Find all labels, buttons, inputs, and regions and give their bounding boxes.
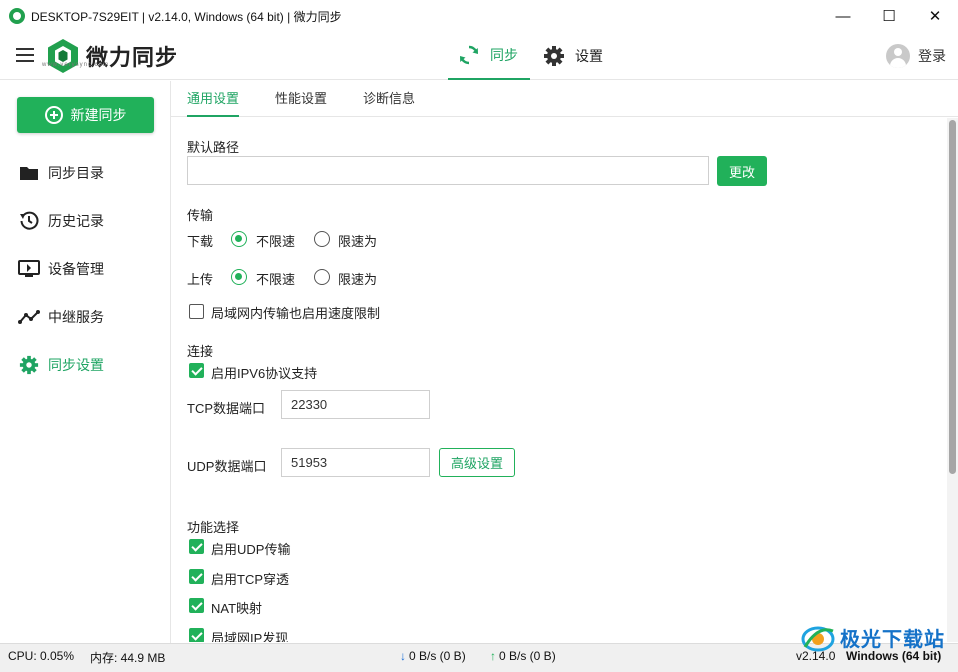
plus-circle-icon xyxy=(44,106,63,124)
watermark: 极光下载站 xyxy=(800,619,955,659)
tab-sync-label: 同步 xyxy=(490,47,518,63)
login-button[interactable]: 登录 xyxy=(886,44,946,68)
app-logo: 微力同步 xyxy=(46,38,178,74)
tcp-punch-label: 启用TCP穿透 xyxy=(211,572,290,587)
app-icon xyxy=(9,8,25,24)
connection-section-label: 连接 xyxy=(187,344,214,359)
lan-speed-limit-checkbox[interactable] xyxy=(189,304,204,319)
minimize-button[interactable]: — xyxy=(820,0,866,32)
upload-unlimited-radio[interactable] xyxy=(231,269,247,285)
download-unlimited-label: 不限速 xyxy=(256,234,296,249)
download-limit-label: 限速为 xyxy=(338,234,378,249)
udp-port-input[interactable]: 51953 xyxy=(281,448,430,477)
udp-transfer-label: 启用UDP传输 xyxy=(211,542,291,557)
tab-diagnostics[interactable]: 诊断信息 xyxy=(363,81,415,117)
default-path-label: 默认路径 xyxy=(187,140,240,155)
tcp-punch-checkbox[interactable] xyxy=(189,569,204,584)
folder-icon xyxy=(18,163,40,183)
watermark-logo-icon xyxy=(801,626,835,652)
gear-icon xyxy=(543,45,565,67)
sidebar-item-relay[interactable]: 中继服务 xyxy=(18,305,104,329)
tab-sync[interactable]: 同步 xyxy=(448,32,530,80)
sidebar: 新建同步 同步目录 历史记录 设备管理 中继服务 同步设置 xyxy=(0,81,171,643)
download-arrow-icon: ↓ xyxy=(400,649,406,663)
features-section-label: 功能选择 xyxy=(187,520,240,535)
device-icon xyxy=(18,259,40,279)
close-button[interactable]: ✕ xyxy=(912,0,958,32)
tab-settings[interactable]: 设置 xyxy=(543,32,603,80)
download-label: 下载 xyxy=(187,234,214,249)
cpu-usage: CPU: 0.05% xyxy=(8,649,75,663)
login-label: 登录 xyxy=(918,48,946,64)
avatar-icon xyxy=(886,44,910,68)
logo-subtext: www.verysync.com xyxy=(42,62,110,68)
upload-unlimited-label: 不限速 xyxy=(256,272,296,287)
change-path-button[interactable]: 更改 xyxy=(717,156,767,186)
new-sync-button[interactable]: 新建同步 xyxy=(17,97,154,133)
sidebar-item-label: 历史记录 xyxy=(48,213,104,229)
sidebar-item-devices[interactable]: 设备管理 xyxy=(18,257,104,281)
sidebar-item-label: 同步目录 xyxy=(48,165,104,181)
sidebar-item-label: 中继服务 xyxy=(48,309,104,325)
tab-general-settings[interactable]: 通用设置 xyxy=(187,81,240,117)
scrollbar-thumb[interactable] xyxy=(949,120,956,474)
lan-speed-limit-label: 局域网内传输也启用速度限制 xyxy=(211,306,381,321)
tcp-port-label: TCP数据端口 xyxy=(187,401,266,416)
tab-settings-label: 设置 xyxy=(575,48,603,64)
tab-performance-settings[interactable]: 性能设置 xyxy=(275,81,327,117)
sidebar-item-label: 同步设置 xyxy=(48,357,104,373)
ipv6-label: 启用IPV6协议支持 xyxy=(211,366,318,381)
download-unlimited-radio[interactable] xyxy=(231,231,247,247)
lan-ip-discovery-checkbox[interactable] xyxy=(189,628,204,642)
upload-arrow-icon: ↑ xyxy=(490,649,496,663)
upload-limit-radio[interactable] xyxy=(314,269,330,285)
nat-mapping-checkbox[interactable] xyxy=(189,598,204,613)
hamburger-menu-icon[interactable] xyxy=(16,48,34,62)
udp-port-label: UDP数据端口 xyxy=(187,459,267,474)
sync-icon xyxy=(458,44,480,66)
upload-speed-value: 0 B/s (0 B) xyxy=(499,649,556,663)
udp-transfer-checkbox[interactable] xyxy=(189,539,204,554)
transfer-section-label: 传输 xyxy=(187,208,214,223)
maximize-button[interactable]: ☐ xyxy=(866,0,912,32)
download-speed-value: 0 B/s (0 B) xyxy=(409,649,466,663)
window-title: DESKTOP-7S29EIT | v2.14.0, Windows (64 b… xyxy=(31,9,342,24)
ipv6-checkbox[interactable] xyxy=(189,363,204,378)
new-sync-label: 新建同步 xyxy=(70,107,127,123)
window-controls: — ☐ ✕ xyxy=(820,0,958,32)
download-limit-radio[interactable] xyxy=(314,231,330,247)
title-bar: DESKTOP-7S29EIT | v2.14.0, Windows (64 b… xyxy=(0,0,958,32)
download-speed: ↓ 0 B/s (0 B) xyxy=(400,649,466,663)
nat-mapping-label: NAT映射 xyxy=(211,601,263,616)
lan-ip-discovery-label: 局域网IP发现 xyxy=(211,631,289,642)
app-header: 微力同步 www.verysync.com 同步 设置 登录 xyxy=(0,32,958,80)
memory-usage: 内存: 44.9 MB xyxy=(90,651,166,665)
sidebar-item-sync-settings[interactable]: 同步设置 xyxy=(18,353,104,377)
settings-subtabs: 通用设置 性能设置 诊断信息 xyxy=(171,81,958,117)
tcp-port-input[interactable]: 22330 xyxy=(281,390,430,419)
watermark-text: 极光下载站 xyxy=(840,629,945,651)
upload-limit-label: 限速为 xyxy=(338,272,378,287)
sidebar-item-label: 设备管理 xyxy=(48,261,104,277)
sidebar-item-history[interactable]: 历史记录 xyxy=(18,209,104,233)
history-icon xyxy=(18,211,40,231)
settings-content: 默认路径 更改 传输 下载 不限速 限速为 上传 不限速 限速为 局域网内传输也… xyxy=(171,118,947,642)
upload-label: 上传 xyxy=(187,272,214,287)
advanced-settings-button[interactable]: 高级设置 xyxy=(439,448,515,477)
gear-icon xyxy=(18,355,40,375)
default-path-input[interactable] xyxy=(187,156,709,185)
content-scrollbar[interactable] xyxy=(947,118,958,642)
relay-icon xyxy=(18,307,40,327)
sidebar-item-sync-folders[interactable]: 同步目录 xyxy=(18,161,104,185)
upload-speed: ↑ 0 B/s (0 B) xyxy=(490,649,556,663)
logo-icon xyxy=(46,38,80,74)
